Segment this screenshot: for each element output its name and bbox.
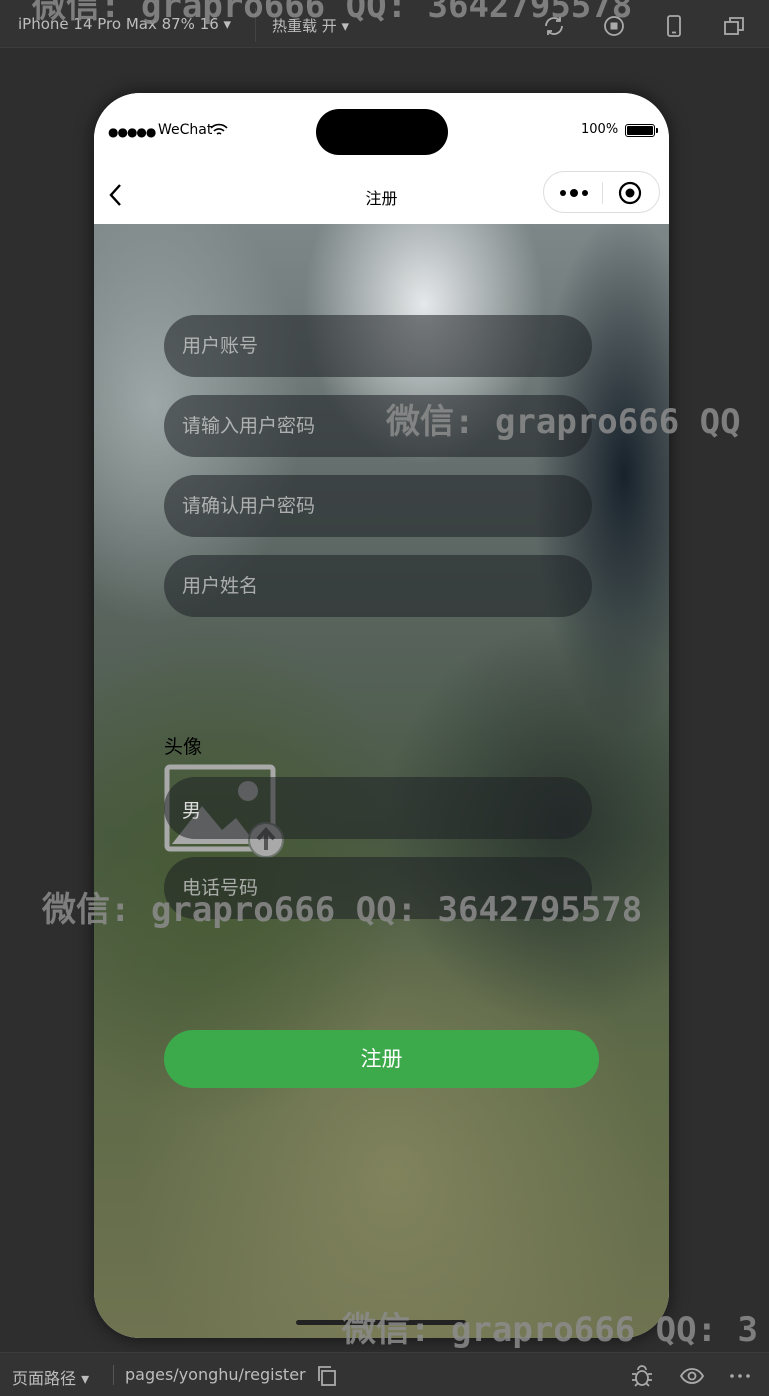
carrier-label: WeChat — [158, 122, 213, 138]
dynamic-island — [316, 109, 448, 155]
confirm-password-input[interactable] — [182, 475, 572, 537]
watermark-right: 微信: grapro666 QQ — [386, 402, 741, 442]
more-icon[interactable] — [558, 184, 590, 202]
mini-program-capsule — [543, 171, 660, 213]
more-options-icon[interactable] — [727, 1363, 753, 1389]
copy-icon[interactable] — [314, 1363, 340, 1389]
statusbar-divider — [113, 1365, 114, 1385]
close-mini-program-icon[interactable] — [618, 181, 642, 205]
nav-bar: 注册 — [94, 163, 669, 224]
gender-value: 男 — [182, 800, 202, 822]
status-bar: ●●●●● WeChat 100% — [94, 93, 669, 163]
phone-simulator: ●●●●● WeChat 100% 注册 用户账号 用户姓名 头像 男 电话号码… — [94, 93, 669, 1338]
signal-dots: ●●●●● — [108, 125, 156, 139]
watermark-bottom: 微信: grapro666 QQ: 3 — [342, 1310, 758, 1350]
avatar-label: 头像 — [164, 736, 203, 758]
phone-preview-icon[interactable] — [662, 14, 686, 38]
account-input[interactable] — [182, 315, 572, 377]
register-button[interactable]: 注册 — [164, 1030, 599, 1088]
battery-percent: 100% — [581, 122, 619, 137]
eye-icon[interactable] — [679, 1363, 705, 1389]
page-path: pages/yonghu/register — [125, 1365, 306, 1384]
watermark-middle: 微信: grapro666 QQ: 3642795578 — [42, 890, 643, 930]
account-field — [164, 315, 592, 377]
name-field — [164, 555, 592, 617]
register-page: 头像 男 注册 — [94, 224, 669, 1338]
wifi-icon — [210, 123, 228, 135]
page-path-selector[interactable]: 页面路径 ▾ — [12, 1365, 89, 1389]
debug-icon[interactable] — [629, 1363, 655, 1389]
confirm-password-field — [164, 475, 592, 537]
window-icon[interactable] — [722, 14, 746, 38]
name-input[interactable] — [182, 555, 572, 617]
gender-field[interactable]: 男 — [164, 777, 592, 839]
battery-icon — [625, 124, 658, 137]
devtools-statusbar: 页面路径 ▾ pages/yonghu/register — [0, 1352, 769, 1396]
watermark-top: 微信: grapro666 QQ: 3642795578 — [32, 0, 633, 26]
capsule-divider — [602, 182, 603, 204]
